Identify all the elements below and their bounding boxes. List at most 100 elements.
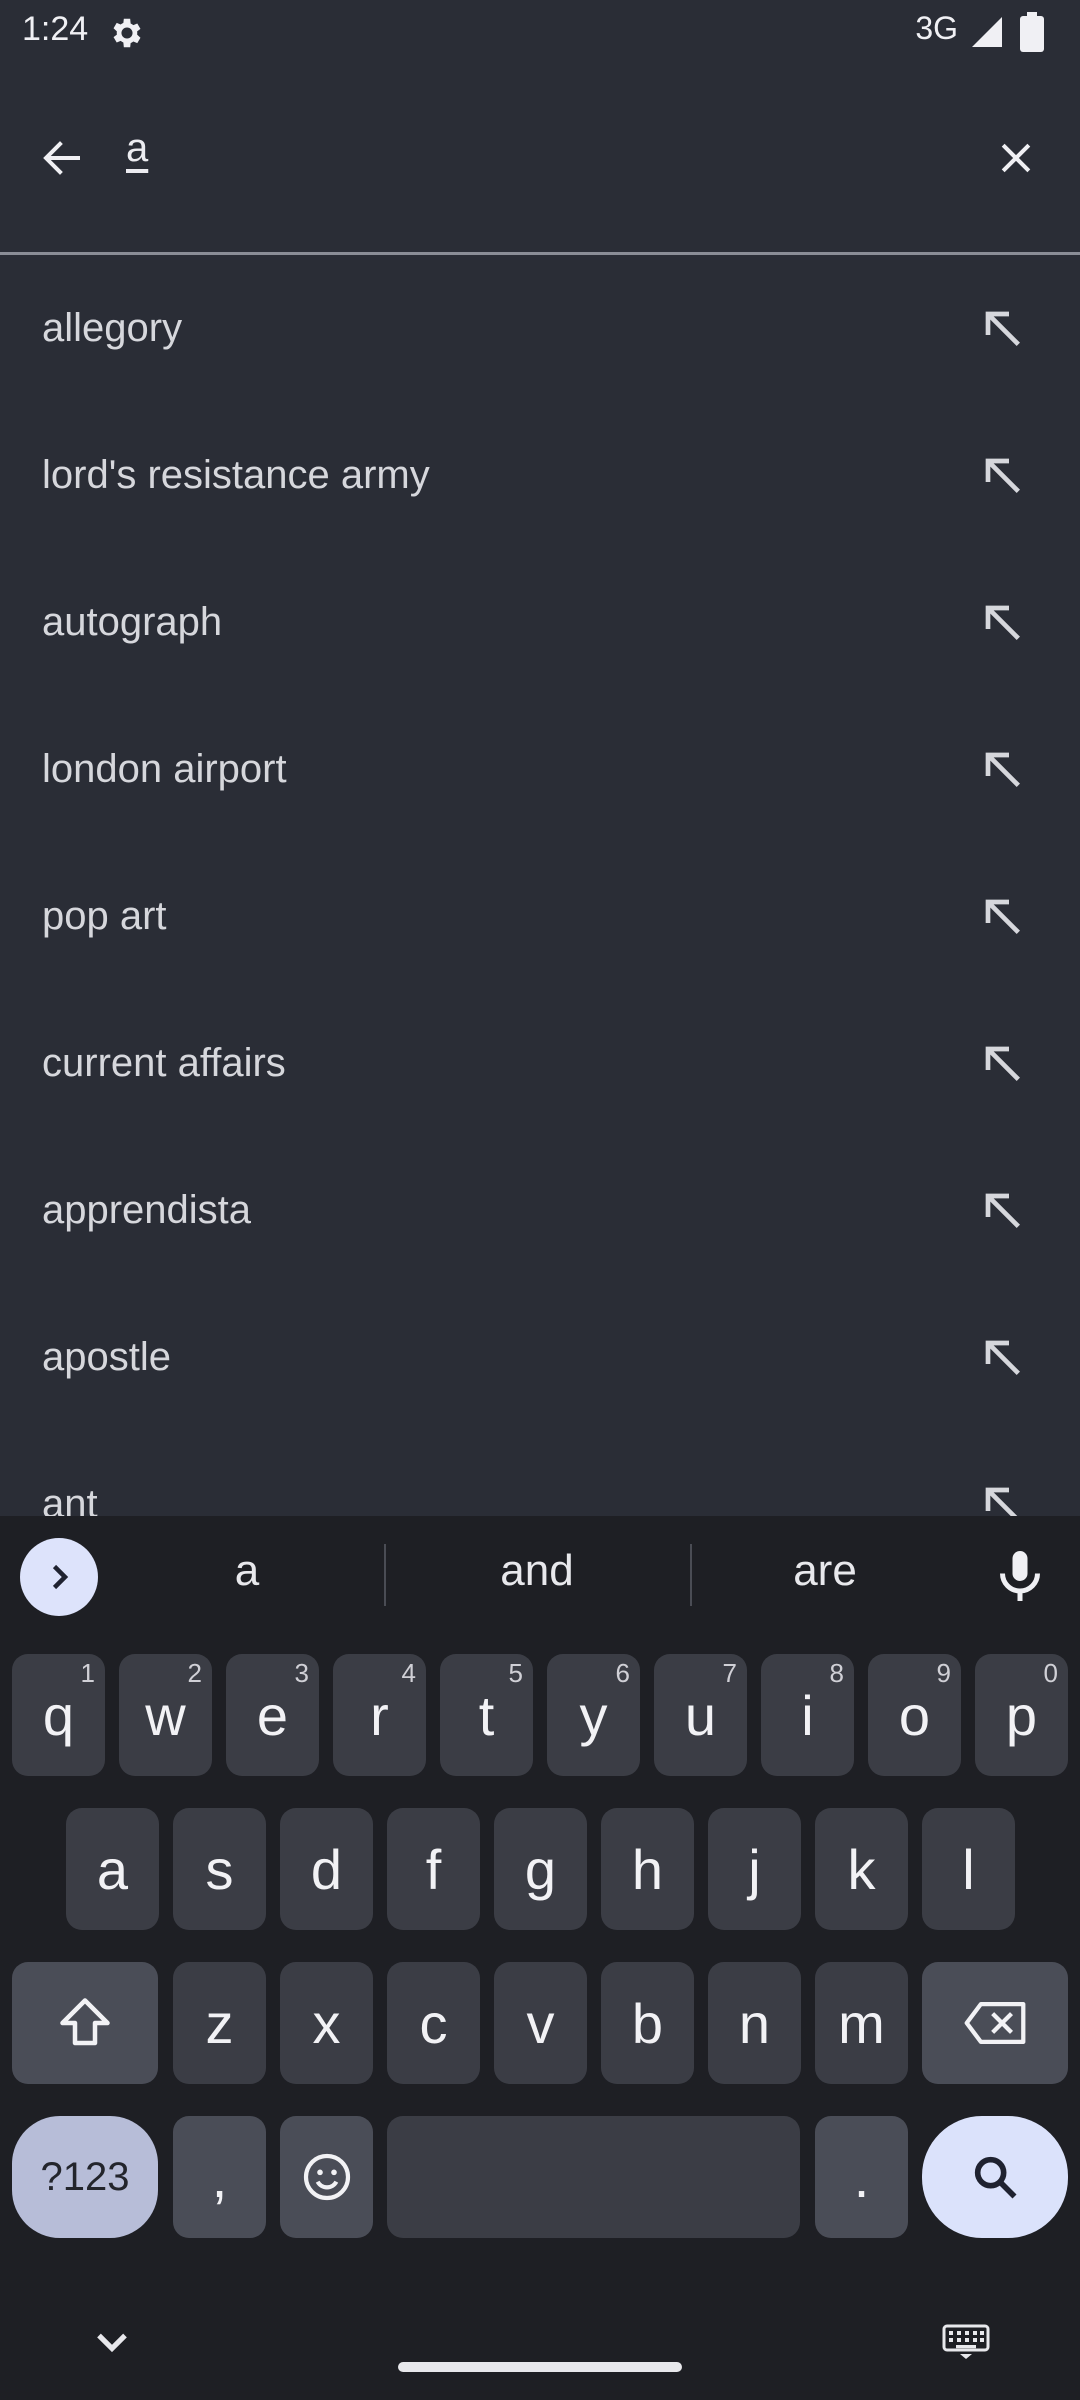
key-label: u: [684, 1683, 717, 1747]
key-y[interactable]: y6: [547, 1654, 640, 1776]
key-hint: 9: [936, 1658, 951, 1688]
search-key[interactable]: [922, 2116, 1068, 2238]
key-k[interactable]: k: [815, 1808, 908, 1930]
home-gesture-bar[interactable]: [398, 2362, 682, 2372]
keyboard-toolbar-toggle[interactable]: [20, 1538, 98, 1616]
on-screen-keyboard: a and are q1 w2 e3 r4 t5 y6 u7 i8 o9 p0 …: [0, 1516, 1080, 2400]
fill-query-arrow-icon[interactable]: [974, 1182, 1030, 1238]
suggestion-item[interactable]: london airport: [0, 697, 1080, 844]
shift-icon: [60, 1998, 110, 2046]
key-label: o: [898, 1683, 931, 1747]
fill-query-arrow-icon[interactable]: [974, 1476, 1030, 1516]
suggestion-text: london airport: [42, 747, 287, 791]
suggestion-item[interactable]: lord's resistance army: [0, 403, 1080, 550]
key-hint: 3: [294, 1658, 309, 1688]
key-w[interactable]: w2: [119, 1654, 212, 1776]
network-type: 3G: [915, 10, 958, 46]
key-hint: 8: [829, 1658, 844, 1688]
suggestion-text: allegory: [42, 306, 183, 350]
key-label: y: [579, 1683, 608, 1747]
backspace-icon: [964, 2002, 1026, 2044]
key-hint: 5: [508, 1658, 523, 1688]
key-g[interactable]: g: [494, 1808, 587, 1930]
key-e[interactable]: e3: [226, 1654, 319, 1776]
suggestion-text: current affairs: [42, 1041, 286, 1085]
shift-key[interactable]: [12, 1962, 158, 2084]
hide-keyboard-icon[interactable]: [86, 2320, 138, 2364]
search-input[interactable]: a: [126, 126, 148, 171]
fill-query-arrow-icon[interactable]: [974, 1035, 1030, 1091]
fill-query-arrow-icon[interactable]: [974, 447, 1030, 503]
suggestion-item[interactable]: apprendista: [0, 1138, 1080, 1285]
word-suggestion-strip: a and are: [0, 1516, 1080, 1632]
suggestion-list: allegory lord's resistance army autograp…: [0, 256, 1080, 1516]
fill-query-arrow-icon[interactable]: [974, 1329, 1030, 1385]
key-hint: 7: [722, 1658, 737, 1688]
fill-query-arrow-icon[interactable]: [974, 741, 1030, 797]
emoji-key[interactable]: [280, 2116, 373, 2238]
key-l[interactable]: l: [922, 1808, 1015, 1930]
key-hint: 4: [401, 1658, 416, 1688]
period-key[interactable]: .: [815, 2116, 908, 2238]
clear-search-button[interactable]: [980, 122, 1052, 194]
suggestion-item[interactable]: ant: [0, 1432, 1080, 1516]
suggestion-item[interactable]: allegory: [0, 256, 1080, 403]
fill-query-arrow-icon[interactable]: [974, 888, 1030, 944]
suggestion-text: lord's resistance army: [42, 453, 430, 497]
key-label: i: [801, 1683, 814, 1747]
word-suggestion[interactable]: are: [710, 1546, 940, 1596]
symbols-mode-key[interactable]: ?123: [12, 2116, 158, 2238]
key-x[interactable]: x: [280, 1962, 373, 2084]
comma-key[interactable]: ,: [173, 2116, 266, 2238]
battery-icon: [1020, 12, 1044, 52]
backspace-key[interactable]: [922, 1962, 1068, 2084]
search-bar: a: [0, 64, 1080, 255]
key-o[interactable]: o9: [868, 1654, 961, 1776]
suggestion-text: ant: [42, 1482, 98, 1516]
key-p[interactable]: p0: [975, 1654, 1068, 1776]
word-separator: [690, 1544, 692, 1606]
key-b[interactable]: b: [601, 1962, 694, 2084]
back-button[interactable]: [26, 122, 98, 194]
word-separator: [384, 1544, 386, 1606]
key-t[interactable]: t5: [440, 1654, 533, 1776]
key-i[interactable]: i8: [761, 1654, 854, 1776]
microphone-icon[interactable]: [990, 1544, 1050, 1608]
keyboard-switch-icon[interactable]: [942, 2324, 990, 2360]
key-hint: 2: [187, 1658, 202, 1688]
chevron-right-icon: [52, 1564, 69, 1590]
key-c[interactable]: c: [387, 1962, 480, 2084]
key-v[interactable]: v: [494, 1962, 587, 2084]
suggestion-text: autograph: [42, 600, 223, 644]
key-hint: 6: [615, 1658, 630, 1688]
close-icon: [1001, 143, 1031, 173]
signal-icon: [972, 17, 1002, 47]
key-label: q: [42, 1683, 75, 1747]
key-m[interactable]: m: [815, 1962, 908, 2084]
key-h[interactable]: h: [601, 1808, 694, 1930]
key-label: t: [478, 1683, 495, 1747]
suggestion-item[interactable]: pop art: [0, 844, 1080, 991]
emoji-icon: [303, 2153, 350, 2201]
suggestion-text: pop art: [42, 894, 167, 938]
word-suggestion[interactable]: a: [132, 1546, 362, 1596]
fill-query-arrow-icon[interactable]: [974, 300, 1030, 356]
fill-query-arrow-icon[interactable]: [974, 594, 1030, 650]
key-j[interactable]: j: [708, 1808, 801, 1930]
word-suggestion[interactable]: and: [422, 1546, 652, 1596]
status-time: 1:24: [22, 10, 89, 48]
key-d[interactable]: d: [280, 1808, 373, 1930]
key-z[interactable]: z: [173, 1962, 266, 2084]
key-a[interactable]: a: [66, 1808, 159, 1930]
search-icon: [974, 2156, 1017, 2199]
key-n[interactable]: n: [708, 1962, 801, 2084]
suggestion-item[interactable]: apostle: [0, 1285, 1080, 1432]
key-f[interactable]: f: [387, 1808, 480, 1930]
suggestion-item[interactable]: autograph: [0, 550, 1080, 697]
key-r[interactable]: r4: [333, 1654, 426, 1776]
key-q[interactable]: q1: [12, 1654, 105, 1776]
space-key[interactable]: [387, 2116, 800, 2238]
suggestion-item[interactable]: current affairs: [0, 991, 1080, 1138]
key-u[interactable]: u7: [654, 1654, 747, 1776]
key-s[interactable]: s: [173, 1808, 266, 1930]
